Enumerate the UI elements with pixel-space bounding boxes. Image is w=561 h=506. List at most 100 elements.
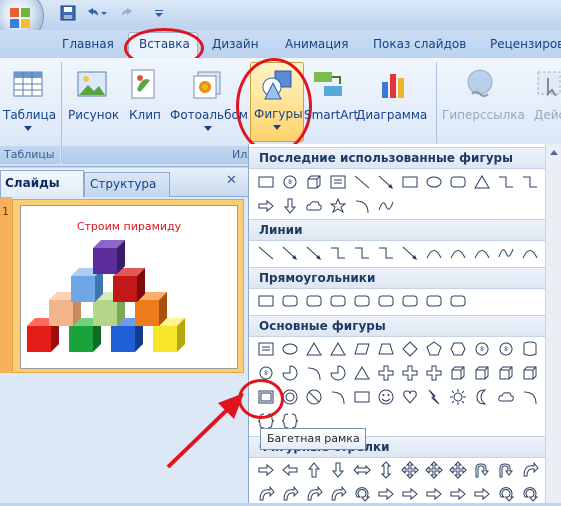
textbox-shape-icon[interactable] bbox=[328, 172, 348, 192]
arrowline-shape-icon[interactable] bbox=[304, 243, 324, 263]
tri-shape-icon[interactable] bbox=[472, 172, 492, 192]
tri-shape-icon[interactable] bbox=[304, 339, 324, 359]
tab-slides[interactable]: Слайды bbox=[0, 170, 84, 197]
tab-home[interactable]: Главная bbox=[62, 37, 114, 51]
arrowline-shape-icon[interactable] bbox=[376, 172, 396, 192]
circarrow-shape-icon[interactable] bbox=[496, 484, 516, 504]
rect-shape-icon[interactable] bbox=[352, 387, 372, 407]
textbox-shape-icon[interactable] bbox=[256, 339, 276, 359]
uarrow-shape-icon[interactable] bbox=[304, 460, 324, 480]
rarrow-shape-icon[interactable] bbox=[256, 196, 276, 216]
round-shape-icon[interactable] bbox=[424, 291, 444, 311]
line-shape-icon[interactable] bbox=[352, 172, 372, 192]
para-shape-icon[interactable] bbox=[352, 339, 372, 359]
cyl-shape-icon[interactable] bbox=[520, 339, 540, 359]
octa-shape-icon[interactable]: 8 bbox=[280, 172, 300, 192]
octa-shape-icon[interactable]: 8 bbox=[496, 339, 516, 359]
ellipse-shape-icon[interactable] bbox=[424, 172, 444, 192]
slide-thumbnail[interactable]: Строим пирамиду bbox=[20, 205, 238, 369]
round-shape-icon[interactable] bbox=[304, 291, 324, 311]
customize-qat-icon[interactable] bbox=[154, 5, 164, 21]
noentry-shape-icon[interactable] bbox=[304, 387, 324, 407]
cube-shape-icon[interactable] bbox=[520, 363, 540, 383]
circarrow-shape-icon[interactable] bbox=[352, 484, 372, 504]
rect-shape-icon[interactable] bbox=[256, 291, 276, 311]
octa-shape-icon[interactable]: 8 bbox=[472, 339, 492, 359]
round-shape-icon[interactable] bbox=[328, 291, 348, 311]
rarrow-shape-icon[interactable] bbox=[376, 484, 396, 504]
undo-dropdown-icon[interactable] bbox=[100, 5, 108, 21]
darrow-shape-icon[interactable] bbox=[280, 196, 300, 216]
cube-shape-icon[interactable] bbox=[448, 363, 468, 383]
gallery-scrollbar[interactable] bbox=[545, 144, 561, 503]
rarrow-shape-icon[interactable] bbox=[424, 484, 444, 504]
arrowline-shape-icon[interactable] bbox=[280, 243, 300, 263]
elbow-shape-icon[interactable] bbox=[520, 172, 540, 192]
action-button[interactable]: Действ bbox=[530, 62, 561, 142]
save-icon[interactable] bbox=[60, 5, 76, 21]
pie-shape-icon[interactable] bbox=[280, 363, 300, 383]
elbow-shape-icon[interactable] bbox=[352, 243, 372, 263]
rarrow-shape-icon[interactable] bbox=[448, 484, 468, 504]
curve-shape-icon[interactable] bbox=[448, 243, 468, 263]
smartart-button[interactable]: SmartArt bbox=[304, 62, 358, 142]
round-shape-icon[interactable] bbox=[352, 291, 372, 311]
curve-shape-icon[interactable] bbox=[520, 243, 540, 263]
picture-button[interactable]: Рисунок bbox=[66, 62, 119, 142]
curved-shape-icon[interactable] bbox=[280, 484, 300, 504]
quad-shape-icon[interactable] bbox=[400, 460, 420, 480]
table-button[interactable]: Таблица bbox=[0, 62, 58, 142]
cloud-shape-icon[interactable] bbox=[496, 387, 516, 407]
wave-shape-icon[interactable] bbox=[496, 243, 516, 263]
round-shape-icon[interactable] bbox=[376, 291, 396, 311]
rect-shape-icon[interactable] bbox=[256, 172, 276, 192]
tab-animation[interactable]: Анимация bbox=[285, 37, 348, 51]
tab-review[interactable]: Рецензиров bbox=[490, 37, 561, 51]
round-shape-icon[interactable] bbox=[448, 291, 468, 311]
elbow-shape-icon[interactable] bbox=[376, 243, 396, 263]
uturn-shape-icon[interactable] bbox=[472, 460, 492, 480]
trap-shape-icon[interactable] bbox=[376, 339, 396, 359]
arc-shape-icon[interactable] bbox=[520, 387, 540, 407]
curve-shape-icon[interactable] bbox=[424, 243, 444, 263]
udarrow-shape-icon[interactable] bbox=[376, 460, 396, 480]
round-shape-icon[interactable] bbox=[280, 291, 300, 311]
arc-shape-icon[interactable] bbox=[328, 387, 348, 407]
heart-shape-icon[interactable] bbox=[400, 387, 420, 407]
sun-shape-icon[interactable] bbox=[448, 387, 468, 407]
tab-slideshow[interactable]: Показ слайдов bbox=[373, 37, 466, 51]
elbow-shape-icon[interactable] bbox=[496, 172, 516, 192]
ellipse-shape-icon[interactable] bbox=[280, 339, 300, 359]
curved-shape-icon[interactable] bbox=[520, 460, 540, 480]
quad-shape-icon[interactable] bbox=[448, 460, 468, 480]
chart-button[interactable]: Диаграмма bbox=[356, 62, 432, 142]
quad-shape-icon[interactable] bbox=[424, 460, 444, 480]
close-pane-icon[interactable]: ✕ bbox=[226, 173, 237, 188]
tab-design[interactable]: Дизайн bbox=[212, 37, 259, 51]
circarrow-shape-icon[interactable] bbox=[520, 484, 540, 504]
arc-shape-icon[interactable] bbox=[352, 196, 372, 216]
cube-shape-icon[interactable] bbox=[472, 363, 492, 383]
rarrow-shape-icon[interactable] bbox=[400, 484, 420, 504]
arrowline-shape-icon[interactable] bbox=[400, 243, 420, 263]
diamond-shape-icon[interactable] bbox=[400, 339, 420, 359]
bolt-shape-icon[interactable] bbox=[424, 387, 444, 407]
elbow-shape-icon[interactable] bbox=[328, 243, 348, 263]
curve-shape-icon[interactable] bbox=[472, 243, 492, 263]
rect-shape-icon[interactable] bbox=[400, 172, 420, 192]
curved-shape-icon[interactable] bbox=[256, 484, 276, 504]
round-shape-icon[interactable] bbox=[448, 172, 468, 192]
scroll-up-icon[interactable] bbox=[550, 150, 558, 156]
curved-shape-icon[interactable] bbox=[304, 484, 324, 504]
plus-shape-icon[interactable] bbox=[424, 363, 444, 383]
wave-shape-icon[interactable] bbox=[376, 196, 396, 216]
star-shape-icon[interactable] bbox=[328, 196, 348, 216]
undo-icon[interactable] bbox=[84, 5, 100, 21]
line-shape-icon[interactable] bbox=[256, 243, 276, 263]
hyperlink-button[interactable]: Гиперссылка bbox=[438, 62, 526, 142]
tri-shape-icon[interactable] bbox=[352, 363, 372, 383]
clip-button[interactable]: Клип bbox=[124, 62, 164, 142]
round-shape-icon[interactable] bbox=[400, 291, 420, 311]
cube-shape-icon[interactable] bbox=[496, 363, 516, 383]
cube-shape-icon[interactable] bbox=[304, 172, 324, 192]
